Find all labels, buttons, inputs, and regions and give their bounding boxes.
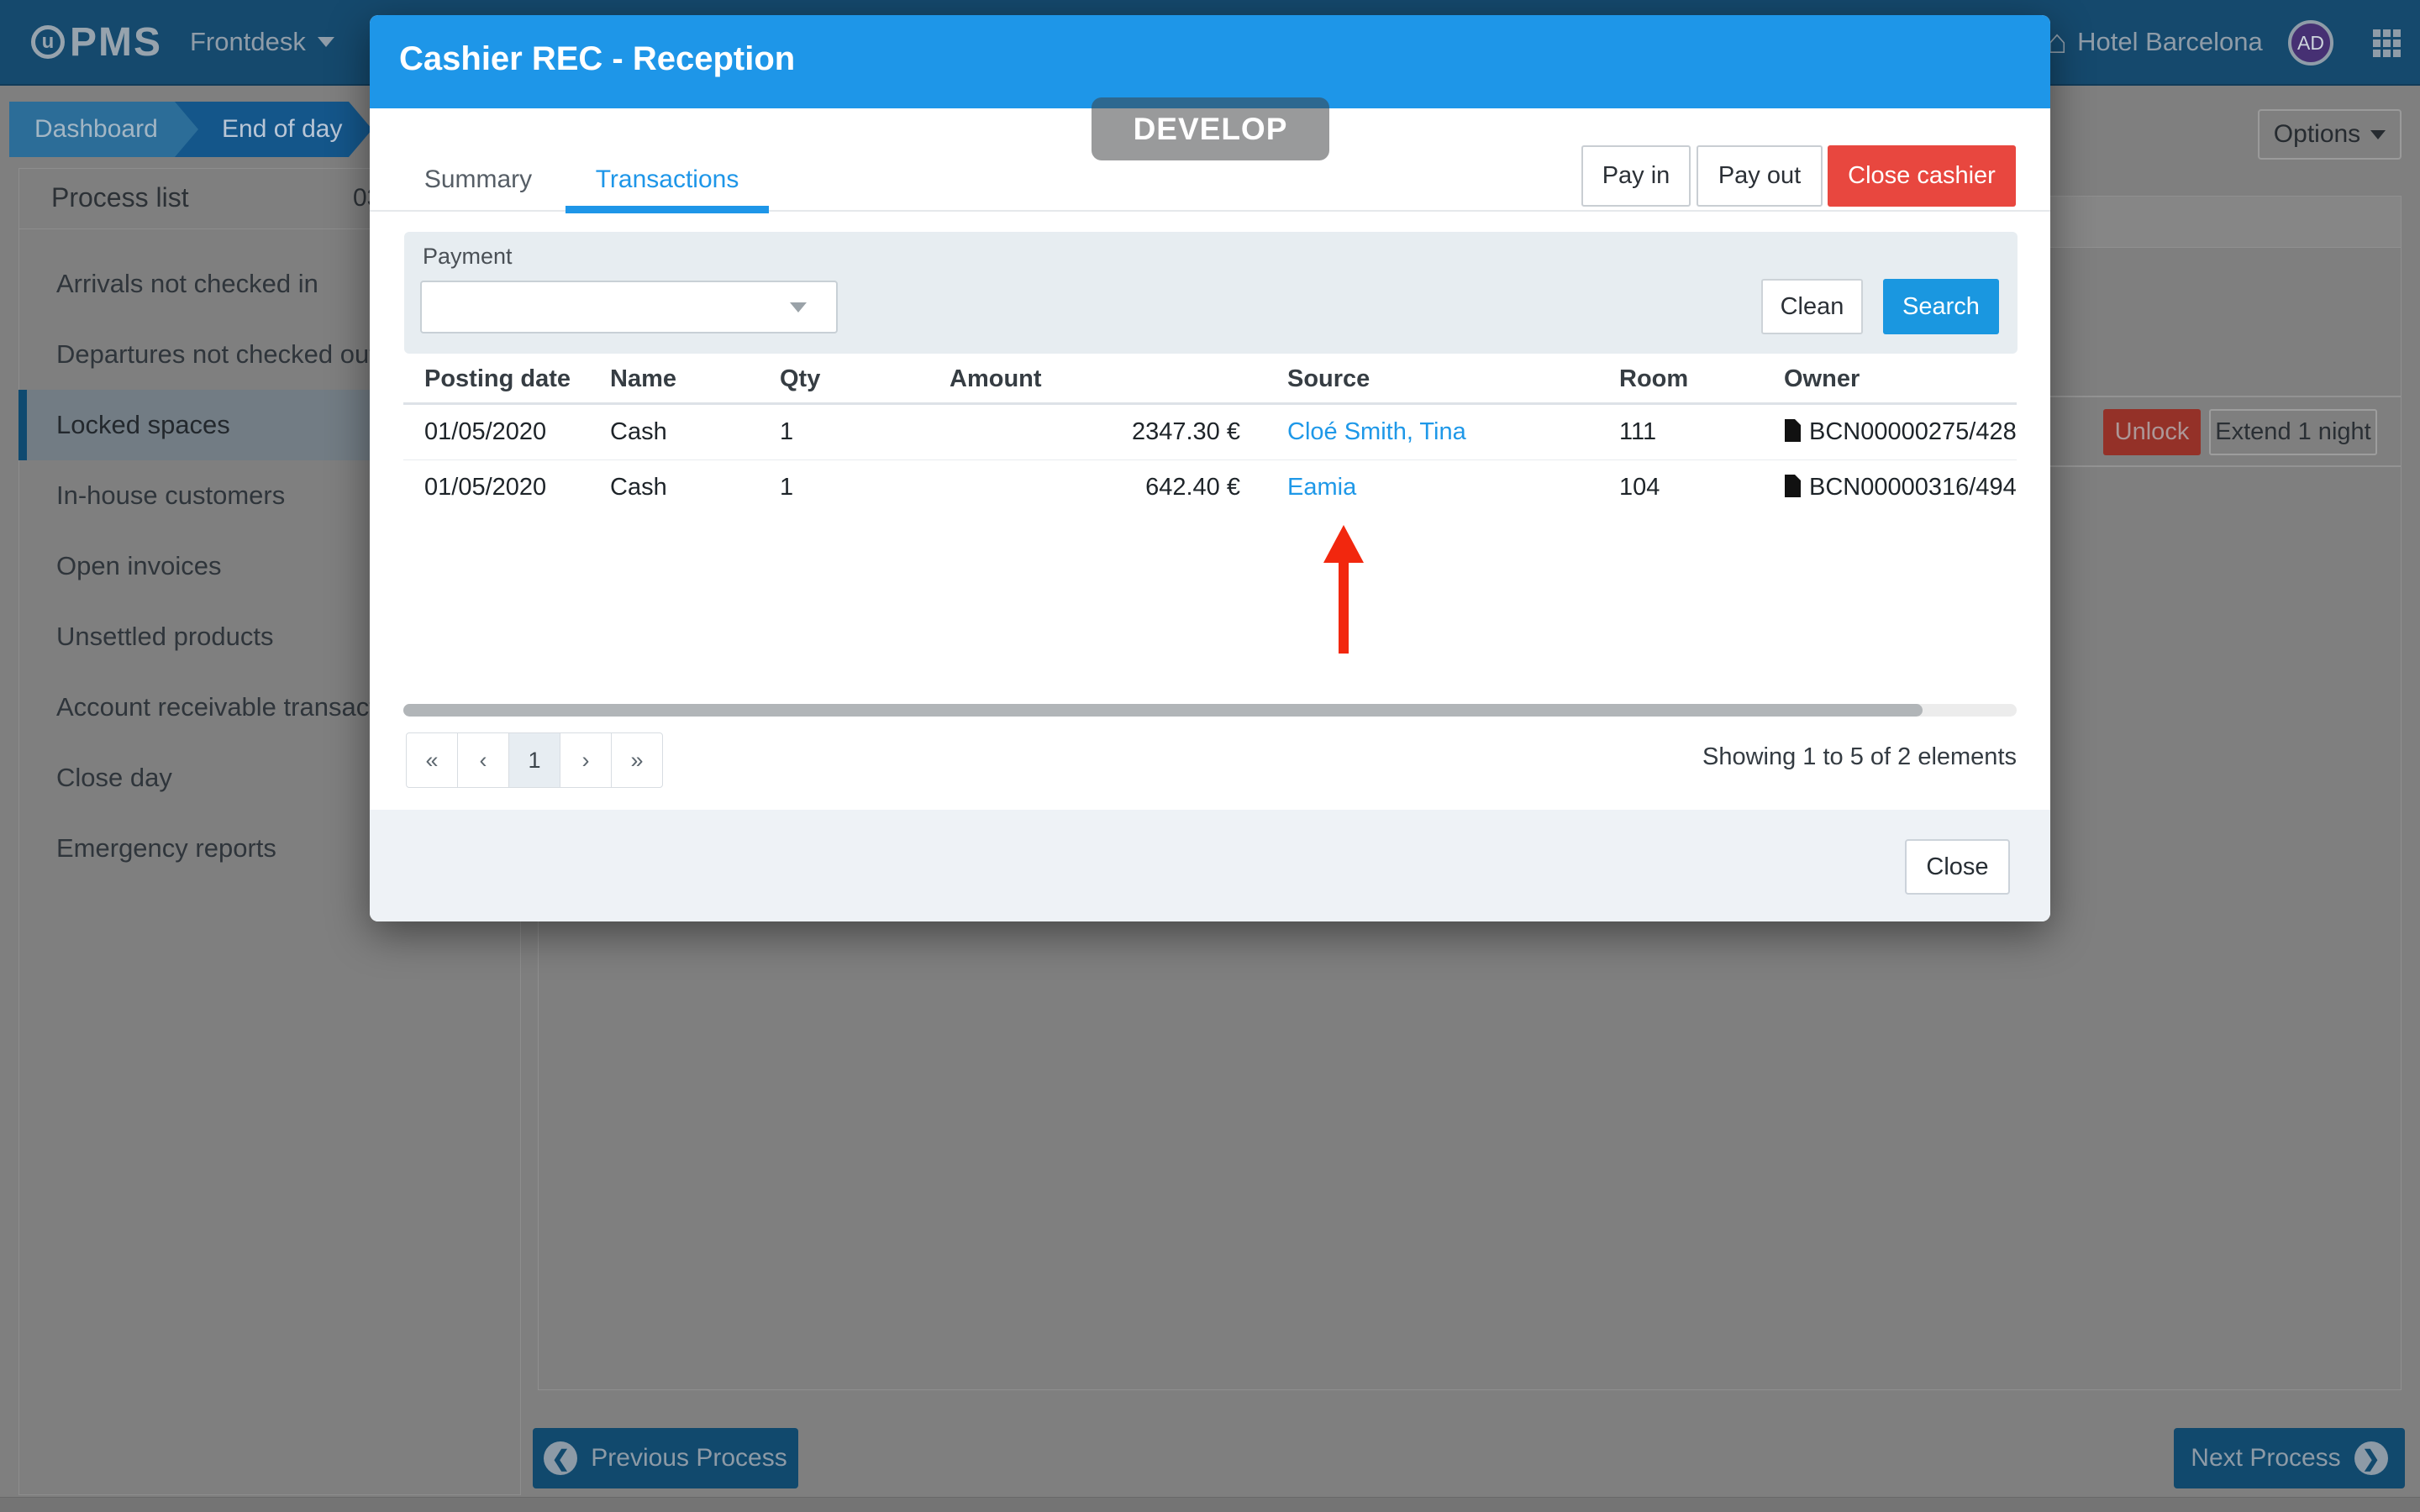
cell-posting-date: 01/05/2020 [403, 403, 588, 459]
hotel-selector[interactable]: ⌂ Hotel Barcelona [2047, 0, 2263, 84]
avatar[interactable]: AD [2288, 20, 2333, 66]
owner-ref: BCN00000275/428 [1809, 418, 2017, 445]
options-button[interactable]: Options [2258, 109, 2402, 160]
transactions-table: Posting date Name Qty Amount Source Room… [403, 357, 2017, 516]
hotel-name: Hotel Barcelona [2077, 27, 2263, 57]
apps-grid-icon[interactable] [2373, 29, 2402, 58]
cell-owner: BCN00000275/428 [1744, 403, 2017, 459]
table-row: 01/05/2020 Cash 1 2347.30 € Cloé Smith, … [403, 403, 2017, 459]
close-cashier-button[interactable]: Close cashier [1828, 145, 2016, 207]
col-amount: Amount [950, 357, 1244, 403]
col-owner: Owner [1744, 357, 2017, 403]
chevron-down-icon [2370, 130, 2386, 139]
page-1-button[interactable]: 1 [508, 732, 560, 788]
chevron-down-icon [318, 37, 334, 47]
tab-summary[interactable]: Summary [409, 165, 547, 194]
options-label: Options [2274, 120, 2360, 149]
tab-transactions[interactable]: Transactions [566, 108, 769, 212]
col-posting-date: Posting date [403, 357, 588, 403]
modal-footer: Close [370, 810, 2050, 921]
document-icon [1784, 475, 1801, 497]
previous-process-button[interactable]: ❮ Previous Process [533, 1428, 798, 1488]
horizontal-scrollbar [403, 704, 2017, 717]
active-tab-underline [566, 206, 769, 213]
cell-room: 104 [1597, 459, 1744, 516]
screen: u PMS Frontdesk ⌂ Hotel Barcelona AD Das… [0, 0, 2420, 1512]
col-source: Source [1244, 357, 1597, 403]
page-last-button[interactable]: » [611, 732, 663, 788]
payment-filter-label: Payment [423, 244, 513, 270]
modal-header: Cashier REC - Reception [370, 15, 2050, 108]
page-bottom-edge [0, 1497, 2420, 1512]
cell-posting-date: 01/05/2020 [403, 459, 588, 516]
next-process-label: Next Process [2191, 1444, 2340, 1473]
tab-transactions-label: Transactions [566, 165, 769, 194]
cell-owner: BCN00000316/494 [1744, 459, 2017, 516]
cell-name: Cash [588, 403, 756, 459]
cell-amount: 642.40 € [950, 459, 1244, 516]
extend-night-button[interactable]: Extend 1 night [2209, 409, 2377, 455]
frontdesk-menu[interactable]: Frontdesk [190, 0, 334, 84]
select-caret-icon [790, 302, 807, 312]
cell-qty: 1 [756, 459, 950, 516]
logo-text: PMS [70, 19, 162, 66]
owner-ref: BCN00000316/494 [1809, 474, 2017, 501]
cell-source: Cloé Smith, Tina [1244, 403, 1597, 459]
next-process-button[interactable]: Next Process ❯ [2174, 1428, 2405, 1488]
process-list-title: Process list [51, 182, 189, 213]
table-row: 01/05/2020 Cash 1 642.40 € Eamia 104 BCN… [403, 459, 2017, 516]
previous-process-label: Previous Process [591, 1444, 786, 1473]
cell-amount: 2347.30 € [950, 403, 1244, 459]
cell-source: Eamia [1244, 459, 1597, 516]
chevron-right-circle-icon: ❯ [2354, 1441, 2388, 1475]
col-room: Room [1597, 357, 1744, 403]
annotation-arrow-up [1323, 525, 1364, 654]
unlock-button[interactable]: Unlock [2103, 409, 2201, 455]
cell-name: Cash [588, 459, 756, 516]
logo-u-icon: u [31, 25, 65, 59]
clean-button[interactable]: Clean [1761, 279, 1863, 334]
modal-title: Cashier REC - Reception [399, 40, 795, 78]
pagination: « ‹ 1 › » [406, 732, 663, 788]
modal-close-button[interactable]: Close [1905, 839, 2010, 895]
page-next-button[interactable]: › [560, 732, 612, 788]
app-logo[interactable]: u PMS [31, 0, 162, 84]
results-summary: Showing 1 to 5 of 2 elements [1702, 743, 2017, 771]
arrow-head [1323, 525, 1364, 563]
scrollbar-thumb[interactable] [403, 704, 1923, 717]
payment-select[interactable] [420, 281, 838, 333]
cell-room: 111 [1597, 403, 1744, 459]
filter-panel: Payment Clean Search [404, 232, 2018, 354]
document-icon [1784, 419, 1801, 442]
cell-qty: 1 [756, 403, 950, 459]
develop-badge: DEVELOP [1092, 97, 1329, 160]
source-link[interactable]: Eamia [1287, 474, 1356, 501]
arrow-stem [1339, 563, 1349, 654]
table-header-row: Posting date Name Qty Amount Source Room… [403, 357, 2017, 403]
col-qty: Qty [756, 357, 950, 403]
chevron-left-circle-icon: ❮ [544, 1441, 577, 1475]
pay-in-button[interactable]: Pay in [1581, 145, 1691, 207]
breadcrumb-end-of-day[interactable]: End of day [175, 102, 372, 157]
page-first-button[interactable]: « [406, 732, 458, 788]
search-button[interactable]: Search [1883, 279, 1999, 334]
col-name: Name [588, 357, 756, 403]
frontdesk-menu-label: Frontdesk [190, 27, 306, 57]
page-prev-button[interactable]: ‹ [457, 732, 509, 788]
pay-out-button[interactable]: Pay out [1697, 145, 1823, 207]
source-link[interactable]: Cloé Smith, Tina [1287, 418, 1466, 445]
